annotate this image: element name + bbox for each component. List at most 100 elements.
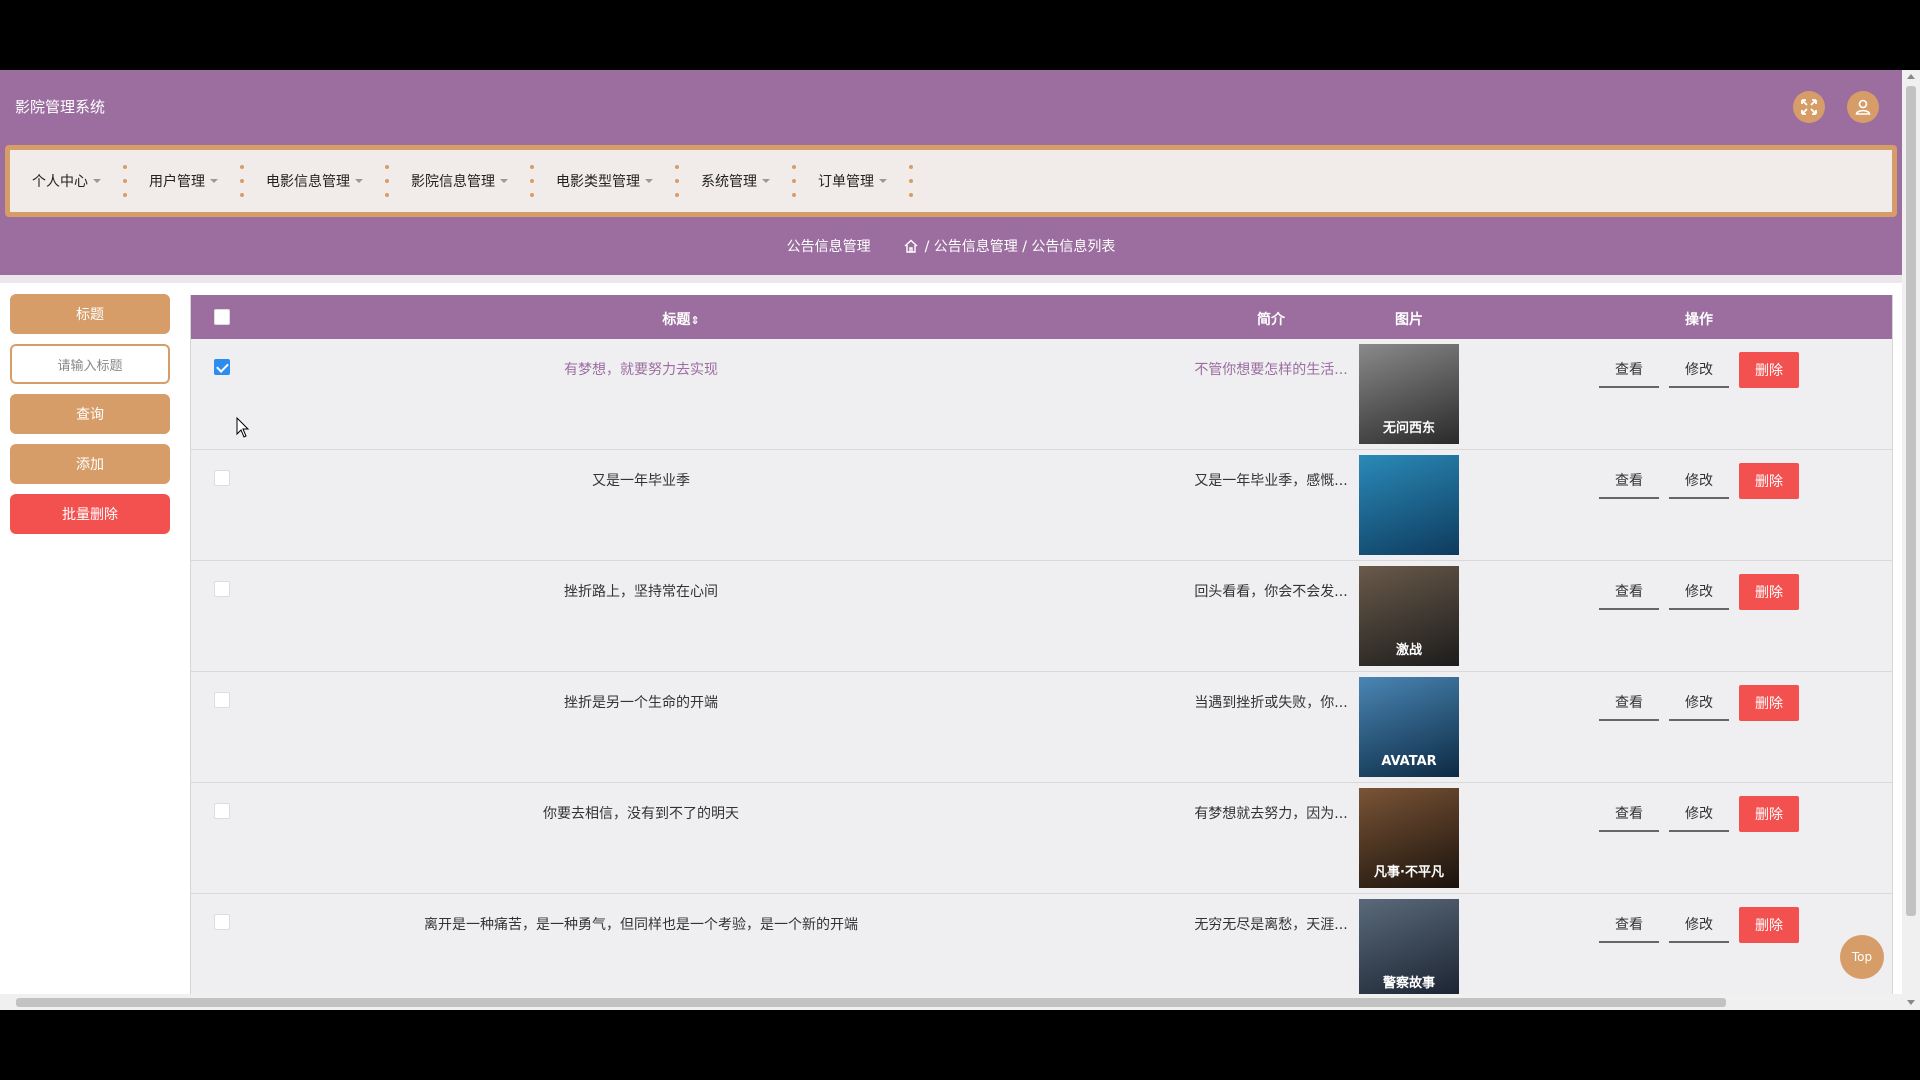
row-checkbox[interactable]: [214, 914, 230, 930]
nav-bar: 个人中心 用户管理 电影信息管理 影院信息管理 电影类型管理 系统管理 订单管理: [0, 142, 1902, 217]
poster-title: 激战: [1395, 643, 1422, 658]
nav-item-7[interactable]: 订单管理: [818, 171, 887, 191]
caret-down-icon: [762, 179, 770, 183]
poster-image: 凡事·不平凡: [1359, 788, 1459, 888]
caret-down-icon: [500, 179, 508, 183]
view-button[interactable]: 查看: [1599, 463, 1659, 499]
row-title: 挫折是另一个生命的开端: [564, 695, 718, 711]
view-button[interactable]: 查看: [1599, 685, 1659, 721]
table-row: 你要去相信，没有到不了的明天 有梦想就去努力，因为... 凡事·不平凡 查看 修改 删除: [191, 783, 1892, 894]
table-row: 有梦想，就要努力去实现 不管你想要怎样的生活... 无问西东 查看 修改 删除: [191, 339, 1892, 450]
nav-item-label: 系统管理: [701, 174, 757, 190]
view-button[interactable]: 查看: [1599, 574, 1659, 610]
nav-item-3[interactable]: 电影信息管理: [266, 171, 363, 191]
caret-down-icon: [645, 179, 653, 183]
view-button[interactable]: 查看: [1599, 796, 1659, 832]
row-checkbox[interactable]: [214, 470, 230, 486]
fullscreen-button[interactable]: [1793, 91, 1825, 123]
nav-separator: [675, 165, 679, 197]
poster-image: 激战: [1359, 566, 1459, 666]
delete-button[interactable]: 删除: [1739, 907, 1799, 943]
query-button[interactable]: 查询: [10, 394, 170, 434]
view-button[interactable]: 查看: [1599, 907, 1659, 943]
column-header-intro: 简介: [1257, 312, 1285, 328]
edit-button[interactable]: 修改: [1669, 574, 1729, 610]
caret-down-icon: [93, 179, 101, 183]
select-all-checkbox[interactable]: [214, 309, 230, 325]
edit-button[interactable]: 修改: [1669, 907, 1729, 943]
add-button[interactable]: 添加: [10, 444, 170, 484]
row-title: 离开是一种痛苦，是一种勇气，但同样也是一个考验，是一个新的开端: [424, 917, 858, 933]
row-checkbox[interactable]: [214, 692, 230, 708]
poster-title: 警察故事: [1382, 976, 1435, 991]
row-title: 又是一年毕业季: [592, 473, 690, 489]
sidebar: 标题 请输入标题 查询 添加 批量删除: [10, 294, 170, 544]
notice-table: 标题⇕ 简介 图片 操作 有梦想，就要努力去实现 不管你想要怎样的生活... 无问西…: [190, 295, 1893, 1005]
nav-item-label: 电影类型管理: [556, 174, 640, 190]
batch-delete-button[interactable]: 批量删除: [10, 494, 170, 534]
mouse-cursor-icon: [236, 417, 250, 438]
nav-item-2[interactable]: 用户管理: [149, 171, 218, 191]
page-title: 公告信息管理: [786, 239, 871, 255]
horizontal-scrollbar[interactable]: [0, 994, 1902, 1010]
edit-button[interactable]: 修改: [1669, 685, 1729, 721]
column-header-actions: 操作: [1685, 312, 1713, 328]
delete-button[interactable]: 删除: [1739, 352, 1799, 388]
breadcrumb: 公告信息管理 / 公告信息管理 / 公告信息列表: [0, 217, 1902, 275]
table-row: 挫折是另一个生命的开端 当遇到挫折或失败，你... AVATAR 查看 修改 删除: [191, 672, 1892, 783]
delete-button[interactable]: 删除: [1739, 574, 1799, 610]
letterbox-top: [0, 0, 1920, 70]
nav-menu: 个人中心 用户管理 电影信息管理 影院信息管理 电影类型管理 系统管理 订单管理: [5, 145, 1897, 217]
delete-button[interactable]: 删除: [1739, 463, 1799, 499]
poster-title: AVATAR: [1381, 754, 1437, 769]
caret-down-icon: [355, 179, 363, 183]
edit-button[interactable]: 修改: [1669, 352, 1729, 388]
table-row: 又是一年毕业季 又是一年毕业季，感慨... 查看 修改 删除: [191, 450, 1892, 561]
view-button[interactable]: 查看: [1599, 352, 1659, 388]
divider: [0, 275, 1902, 283]
back-to-top-button[interactable]: Top: [1840, 935, 1884, 979]
breadcrumb-path: / 公告信息管理 / 公告信息列表: [924, 239, 1116, 255]
nav-item-4[interactable]: 影院信息管理: [411, 171, 508, 191]
horizontal-scroll-thumb[interactable]: [16, 998, 1726, 1007]
home-icon[interactable]: [903, 238, 919, 254]
caret-down-icon: [210, 179, 218, 183]
column-title-label: 标题: [662, 312, 691, 328]
poster-image: AVATAR: [1359, 677, 1459, 777]
vertical-scrollbar[interactable]: [1902, 70, 1920, 1010]
nav-separator: [792, 165, 796, 197]
scroll-up-icon[interactable]: [1907, 74, 1915, 79]
row-checkbox[interactable]: [214, 581, 230, 597]
column-header-title[interactable]: 标题⇕: [621, 309, 741, 329]
search-field-label: 标题: [10, 294, 170, 334]
edit-button[interactable]: 修改: [1669, 463, 1729, 499]
header: 影院管理系统: [0, 70, 1902, 142]
row-checkbox[interactable]: [214, 359, 230, 375]
poster-image: 无问西东: [1359, 344, 1459, 444]
sort-icon[interactable]: ⇕: [690, 314, 699, 327]
nav-item-5[interactable]: 电影类型管理: [556, 171, 653, 191]
title-search-input[interactable]: 请输入标题: [10, 344, 170, 384]
edit-button[interactable]: 修改: [1669, 796, 1729, 832]
nav-item-label: 电影信息管理: [266, 174, 350, 190]
nav-separator: [385, 165, 389, 197]
table-header: 标题⇕ 简介 图片 操作: [191, 295, 1892, 339]
row-checkbox[interactable]: [214, 803, 230, 819]
user-button[interactable]: [1847, 91, 1879, 123]
table-row: 挫折路上，坚持常在心间 回头看看，你会不会发... 激战 查看 修改 删除: [191, 561, 1892, 672]
scroll-down-icon[interactable]: [1907, 1000, 1915, 1005]
row-title: 有梦想，就要努力去实现: [564, 362, 718, 378]
nav-item-label: 用户管理: [149, 174, 205, 190]
nav-item-label: 影院信息管理: [411, 174, 495, 190]
poster-image: [1359, 455, 1459, 555]
vertical-scroll-thumb[interactable]: [1906, 86, 1916, 916]
nav-separator: [123, 165, 127, 197]
nav-item-label: 订单管理: [818, 174, 874, 190]
delete-button[interactable]: 删除: [1739, 685, 1799, 721]
column-header-image: 图片: [1395, 312, 1423, 328]
nav-item-1[interactable]: 个人中心: [32, 171, 101, 191]
nav-item-6[interactable]: 系统管理: [701, 171, 770, 191]
caret-down-icon: [879, 179, 887, 183]
delete-button[interactable]: 删除: [1739, 796, 1799, 832]
table-row: 离开是一种痛苦，是一种勇气，但同样也是一个考验，是一个新的开端 无穷无尽是离愁，天…: [191, 894, 1892, 1005]
